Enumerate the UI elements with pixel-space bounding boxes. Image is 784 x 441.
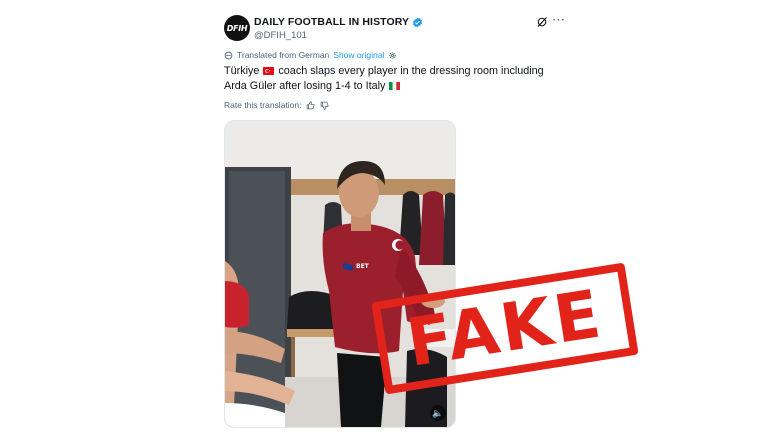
tweet-post: DFIH DAILY FOOTBALL IN HISTORY @DFIH_101… [0,0,784,441]
avatar-logo-text: DFIH [226,23,248,33]
thumbs-up-icon[interactable] [306,100,315,110]
volume-icon[interactable]: 🔈 [430,405,446,421]
gear-icon[interactable] [388,51,397,60]
tweet-text: Türkiye coach slaps every player in the … [224,64,554,94]
thumbs-down-icon[interactable] [320,101,329,110]
verified-badge-icon [413,16,423,28]
author-handle[interactable]: @DFIH_101 [254,30,307,41]
grok-icon[interactable] [536,16,548,28]
tweet-text-part1: Türkiye [224,65,260,77]
translation-note: Translated from German [237,50,330,60]
rate-translation-row: Rate this translation: [224,100,329,110]
translation-row: Translated from German Show original [224,50,397,60]
show-original-link[interactable]: Show original [333,50,384,60]
avatar[interactable]: DFIH [224,15,250,41]
rate-translation-label: Rate this translation: [224,100,302,110]
jersey-sponsor-text: BET [356,263,370,270]
author-name-row: DAILY FOOTBALL IN HISTORY [254,16,423,28]
more-options-icon[interactable]: ⋯ [552,13,565,27]
italy-flag-icon [389,82,401,90]
display-name[interactable]: DAILY FOOTBALL IN HISTORY [254,16,409,28]
translate-icon [224,51,233,59]
turkey-flag-icon [263,67,275,75]
